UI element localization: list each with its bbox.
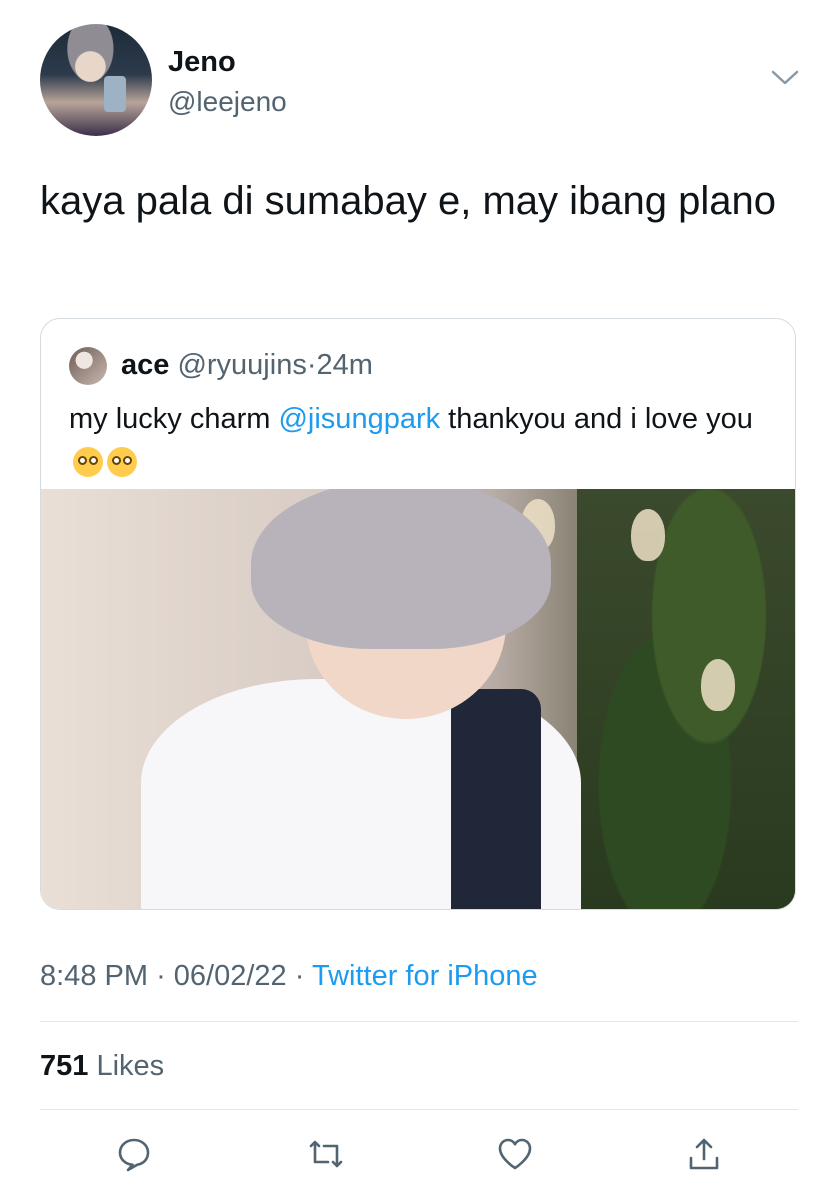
retweet-icon[interactable] xyxy=(306,1134,346,1174)
tweet-source-link[interactable]: Twitter for iPhone xyxy=(312,960,538,992)
tweet-text: kaya pala di sumabay e, may ibang plano xyxy=(40,179,777,223)
quoted-tweet-card[interactable]: ace @ryuujins·24m my lucky charm @jisung… xyxy=(40,318,796,910)
quoted-tweet-header: ace @ryuujins·24m xyxy=(121,349,373,382)
pleading-face-emoji-icon xyxy=(107,447,137,477)
quoted-author-handle: @ryuujins xyxy=(177,349,307,381)
share-icon[interactable] xyxy=(684,1134,724,1174)
chevron-down-icon[interactable] xyxy=(770,66,800,88)
author-display-name[interactable]: Jeno xyxy=(168,46,236,79)
reply-icon[interactable] xyxy=(114,1134,154,1174)
quoted-author-avatar xyxy=(69,347,107,385)
divider xyxy=(40,1021,798,1022)
plant-background xyxy=(577,489,795,909)
person-hair xyxy=(251,489,551,649)
quoted-media-image[interactable] xyxy=(41,489,795,909)
meta-separator: · xyxy=(156,960,166,992)
crystal-ornament xyxy=(631,509,665,561)
tweet-meta: 8:48 PM · 06/02/22 · Twitter for iPhone xyxy=(40,960,538,993)
person-bag-strap xyxy=(451,689,541,909)
crystal-ornament xyxy=(701,659,735,711)
quoted-text-after: thankyou and i love you xyxy=(440,403,753,435)
quoted-text-before: my lucky charm xyxy=(69,403,279,435)
quoted-separator: · xyxy=(306,349,317,381)
author-avatar[interactable] xyxy=(40,24,152,136)
author-handle[interactable]: @leejeno xyxy=(168,86,287,118)
quoted-mention-link[interactable]: @jisungpark xyxy=(278,403,440,435)
tweet-date: 06/02/22 xyxy=(173,960,287,992)
tweet-time: 8:48 PM xyxy=(40,960,148,992)
likes-count: 751 xyxy=(40,1050,89,1082)
meta-separator: · xyxy=(294,960,305,992)
flushed-face-emoji-icon xyxy=(73,447,103,477)
quoted-tweet-text: my lucky charm @jisungpark thankyou and … xyxy=(69,397,769,485)
avatar-phone-detail xyxy=(104,76,126,112)
likes-stat[interactable]: 751 Likes xyxy=(40,1050,164,1083)
quoted-time: 24m xyxy=(316,349,373,381)
likes-label: Likes xyxy=(96,1050,165,1082)
divider xyxy=(40,1109,798,1110)
like-icon[interactable] xyxy=(495,1134,535,1174)
quoted-author-name: ace xyxy=(121,349,170,381)
